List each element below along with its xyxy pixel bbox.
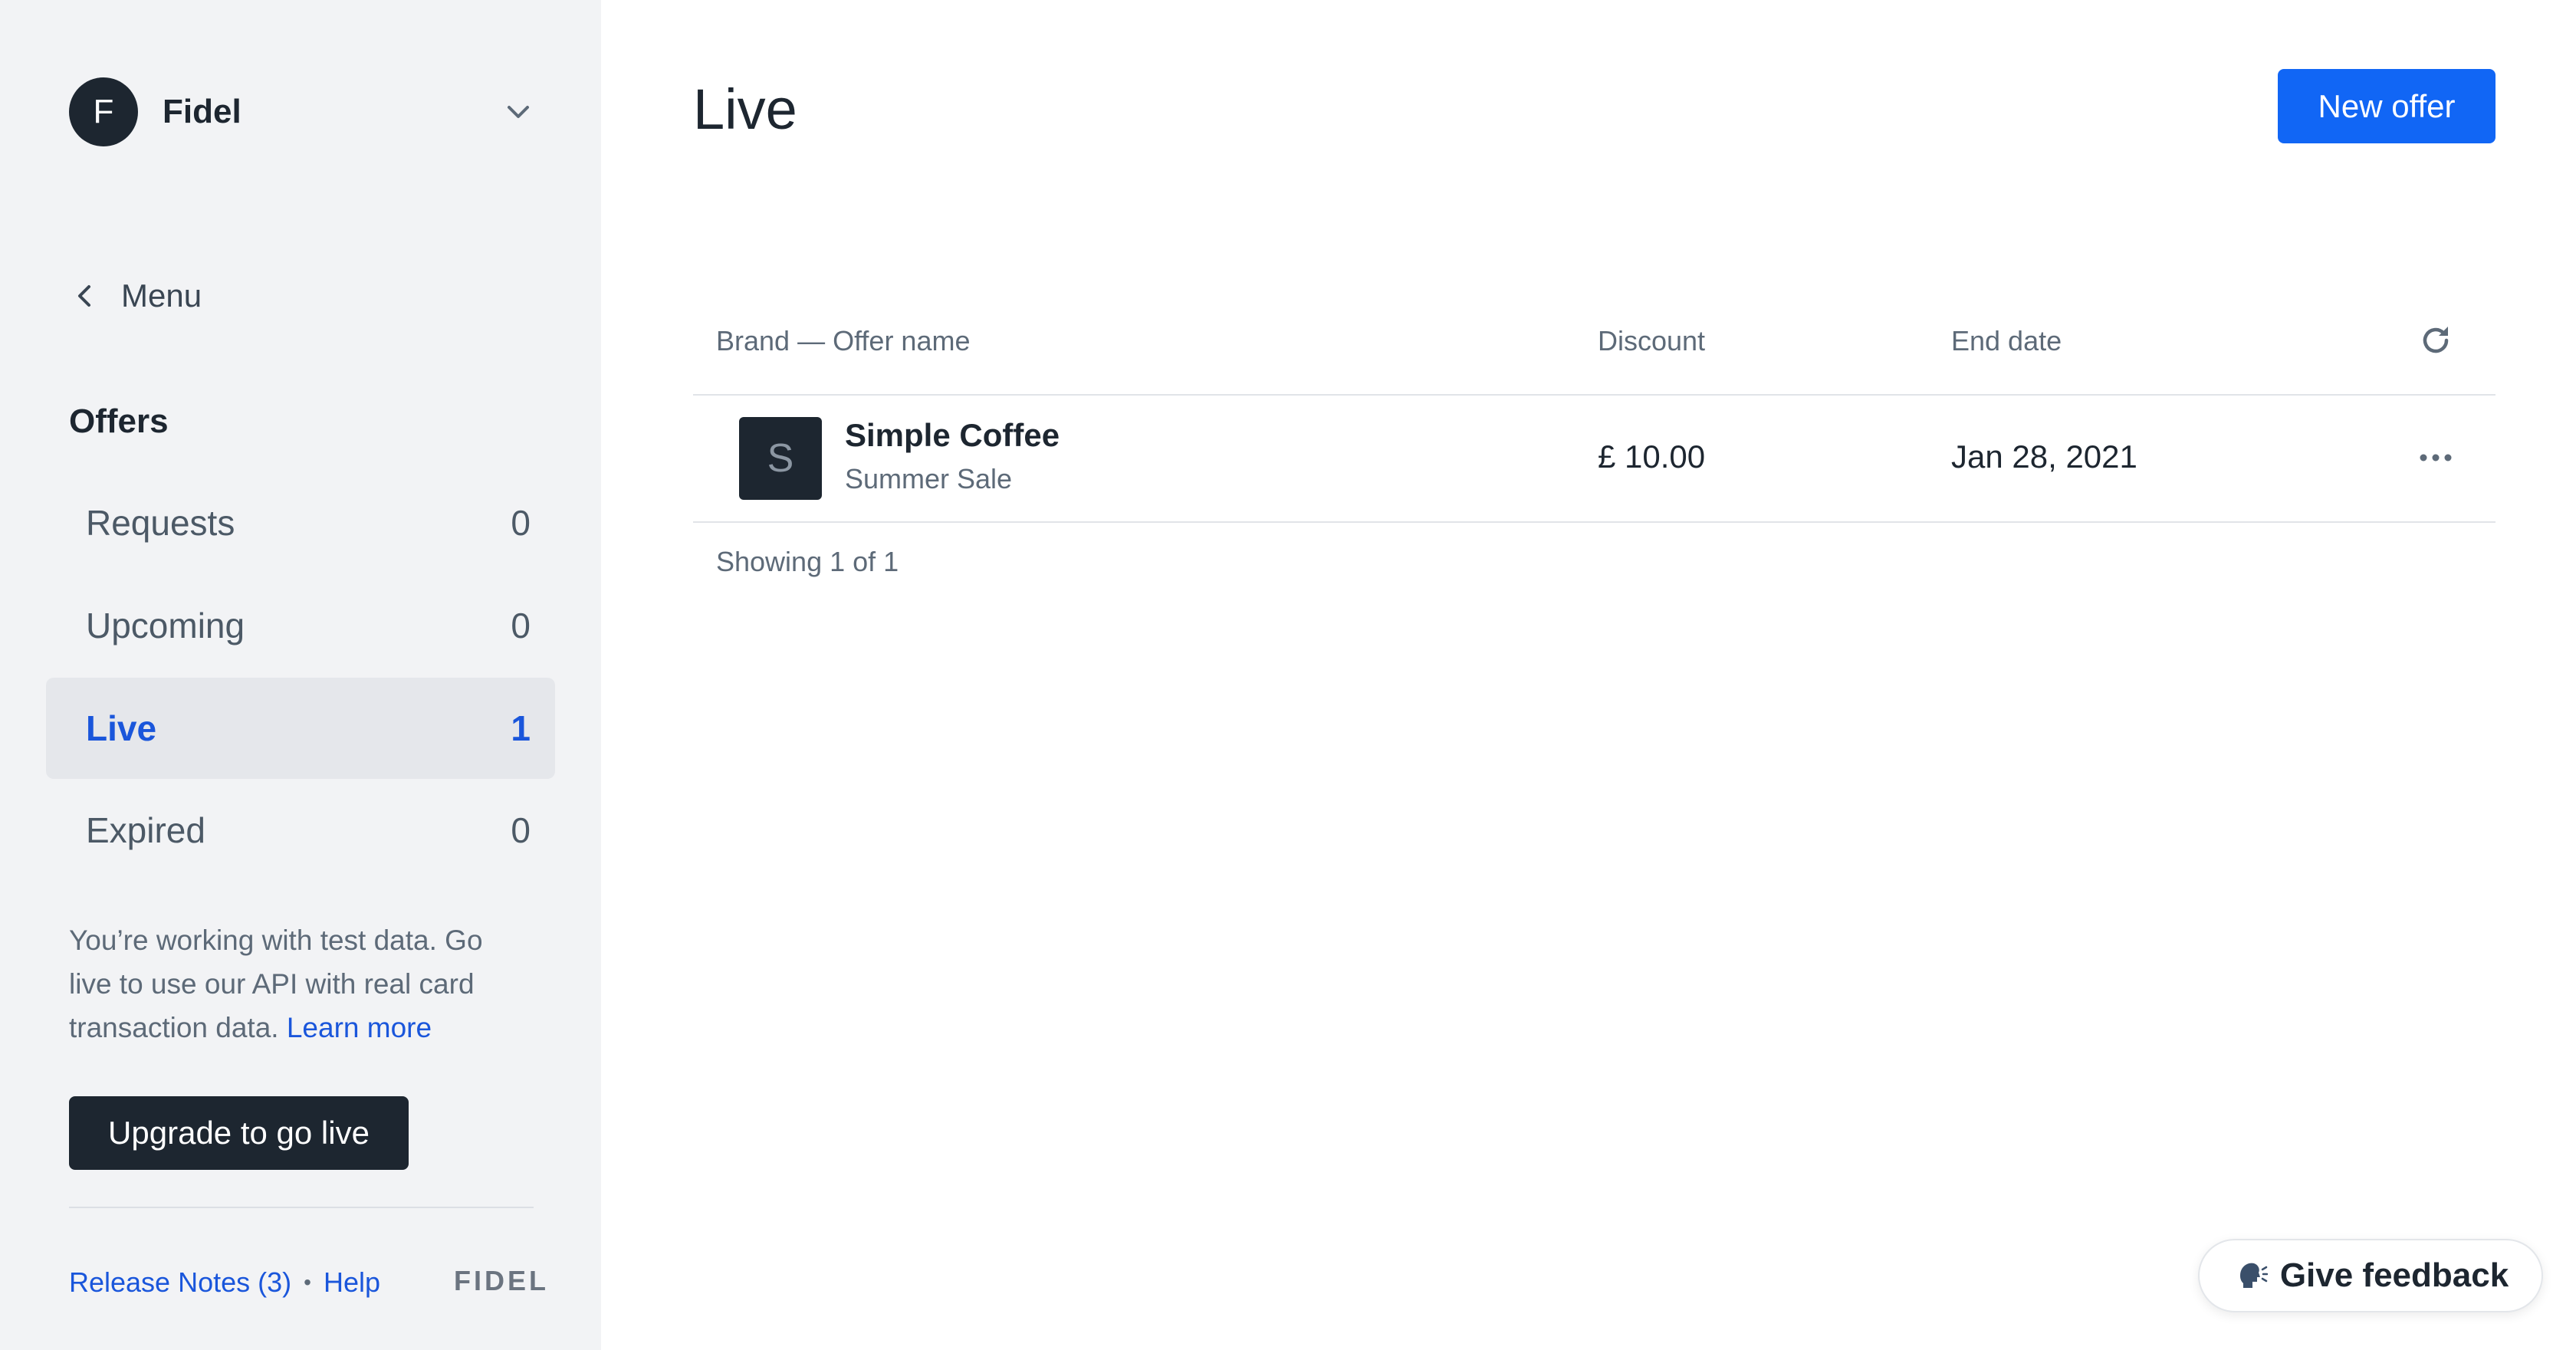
sidebar-item-expired[interactable]: Expired 0 [46, 780, 555, 881]
sidebar-footer-links: Release Notes (3) • Help [69, 1263, 380, 1302]
account-switcher[interactable]: F Fidel [69, 77, 535, 146]
sidebar-item-count: 0 [511, 503, 531, 543]
sidebar-item-requests[interactable]: Requests 0 [46, 472, 555, 573]
give-feedback-label: Give feedback [2279, 1256, 2509, 1294]
chevron-down-icon [501, 95, 535, 129]
brand-logo: S [739, 417, 822, 500]
help-link[interactable]: Help [324, 1266, 380, 1299]
footer-separator: • [304, 1270, 311, 1294]
learn-more-link[interactable]: Learn more [287, 1012, 432, 1043]
release-notes-link[interactable]: Release Notes (3) [69, 1266, 291, 1299]
account-name: Fidel [163, 93, 242, 130]
column-header-discount: Discount [1598, 325, 1706, 356]
menu-back-label: Menu [121, 278, 202, 314]
sidebar-item-label: Requests [86, 503, 235, 543]
app-root: F Fidel Menu Offers Requests 0 Upcoming … [0, 0, 2576, 1350]
offers-section-title: Offers [69, 402, 169, 440]
offer-name: Summer Sale [845, 463, 1013, 494]
sidebar-item-count: 0 [511, 606, 531, 645]
column-header-end-date: End date [1951, 325, 2062, 356]
more-horizontal-icon[interactable] [2414, 439, 2457, 477]
new-offer-button[interactable]: New offer [2278, 69, 2496, 143]
pagination-summary: Showing 1 of 1 [716, 546, 899, 577]
refresh-icon[interactable] [2414, 319, 2457, 362]
sidebar-item-label: Live [86, 708, 157, 748]
page-title: Live [693, 77, 797, 141]
sidebar-item-label: Upcoming [86, 606, 245, 645]
offers-table: Brand — Offer name Discount End date S S… [693, 291, 2496, 577]
table-header: Brand — Offer name Discount End date [693, 291, 2496, 396]
brand-name: Simple Coffee [845, 417, 1060, 453]
speaking-head-icon [2233, 1257, 2269, 1294]
column-header-brand-offer: Brand — Offer name [716, 325, 971, 356]
upgrade-button[interactable]: Upgrade to go live [69, 1096, 409, 1170]
sidebar-item-live[interactable]: Live 1 [46, 678, 555, 779]
end-date-value: Jan 28, 2021 [1951, 439, 2137, 475]
avatar: F [69, 77, 138, 146]
sidebar-item-label: Expired [86, 810, 205, 850]
sidebar-item-upcoming[interactable]: Upcoming 0 [46, 575, 555, 676]
chevron-left-icon [69, 281, 100, 311]
sidebar-divider [69, 1207, 534, 1208]
give-feedback-button[interactable]: Give feedback [2198, 1239, 2543, 1312]
sidebar-item-count: 1 [511, 708, 531, 748]
menu-back-link[interactable]: Menu [69, 274, 202, 317]
sidebar: F Fidel Menu Offers Requests 0 Upcoming … [0, 0, 601, 1350]
table-row[interactable]: S Simple Coffee Summer Sale £ 10.00 Jan … [693, 396, 2496, 523]
test-data-notice: You’re working with test data. Go live t… [69, 918, 529, 1049]
discount-value: £ 10.00 [1598, 439, 1706, 475]
sidebar-item-count: 0 [511, 810, 531, 850]
fidel-logo: FIDEL [454, 1265, 549, 1296]
